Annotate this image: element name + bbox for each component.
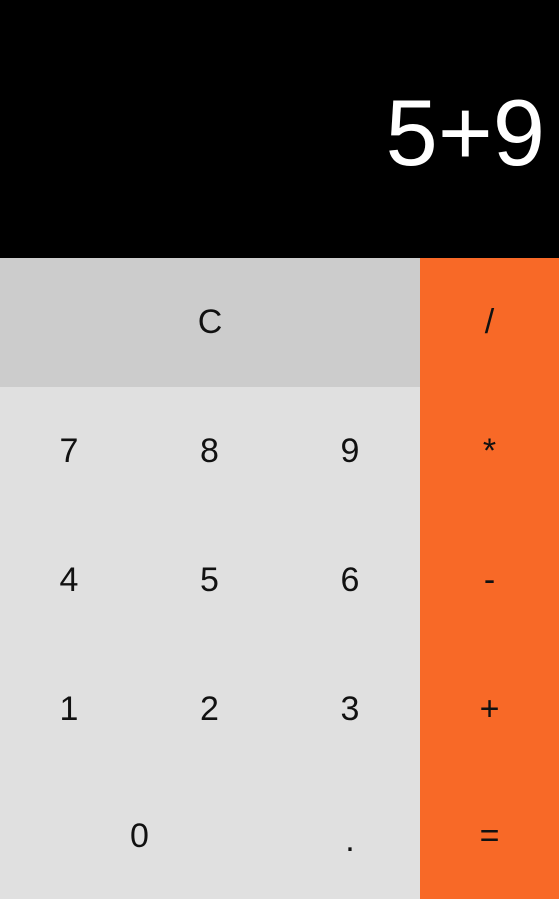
expression-display: 5+9 [385, 80, 545, 185]
subtract-button[interactable]: - [420, 516, 559, 645]
equals-button[interactable]: = [420, 774, 559, 899]
digit-1-button[interactable]: 1 [0, 645, 138, 774]
add-button[interactable]: + [420, 645, 559, 774]
divide-button[interactable]: / [420, 258, 559, 387]
digit-2-button[interactable]: 2 [140, 645, 279, 774]
digit-4-button[interactable]: 4 [0, 516, 138, 645]
digit-5-button[interactable]: 5 [140, 516, 279, 645]
digit-9-button[interactable]: 9 [280, 387, 420, 516]
digit-8-button[interactable]: 8 [140, 387, 279, 516]
multiply-button[interactable]: * [420, 387, 559, 516]
display-panel: 5+9 [0, 0, 559, 258]
digit-0-button[interactable]: 0 [0, 774, 279, 899]
clear-button[interactable]: C [0, 258, 420, 387]
digit-3-button[interactable]: 3 [280, 645, 420, 774]
calculator-app: 5+9 C / * - + = 7 8 9 4 5 6 1 2 3 0 . [0, 0, 559, 899]
decimal-button[interactable]: . [280, 774, 420, 899]
digit-6-button[interactable]: 6 [280, 516, 420, 645]
digit-7-button[interactable]: 7 [0, 387, 138, 516]
keypad: C / * - + = 7 8 9 4 5 6 1 2 3 0 . [0, 258, 559, 899]
